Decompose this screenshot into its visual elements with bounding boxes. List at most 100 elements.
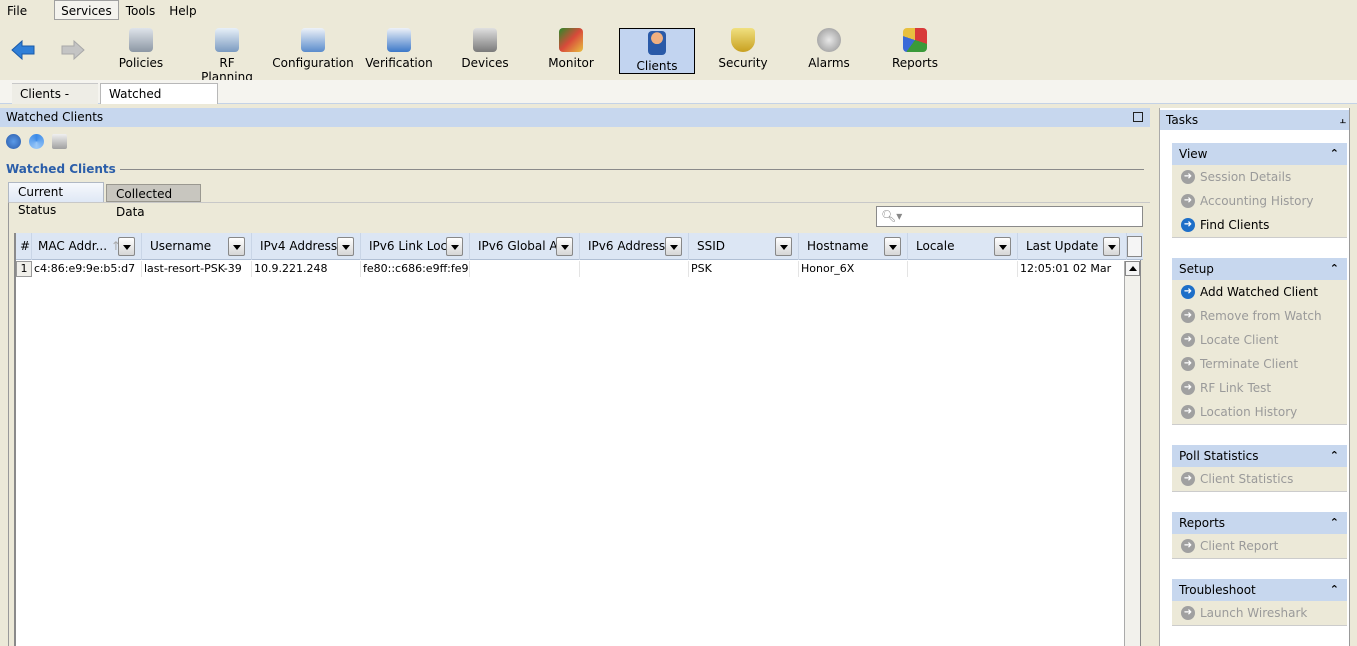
- cell-ipv6-address: [580, 261, 689, 277]
- cell-ipv6-global: [470, 261, 580, 277]
- menu-help[interactable]: Help: [162, 0, 203, 20]
- toolbar-rf-planning[interactable]: RF Planning: [192, 28, 262, 84]
- column-filter-button[interactable]: [446, 237, 463, 256]
- toolbar-policies[interactable]: Policies: [112, 28, 170, 74]
- toolbar-label: Configuration: [272, 56, 354, 70]
- toolbar-monitor[interactable]: Monitor: [546, 28, 596, 74]
- toolbar-alarms[interactable]: Alarms: [806, 28, 852, 74]
- collapse-icon[interactable]: ⌃︎: [1330, 445, 1339, 467]
- tasks-scrollbar[interactable]: [1349, 108, 1357, 646]
- subtab-collected-data[interactable]: Collected Data: [106, 184, 201, 219]
- arrow-right-icon: ➜: [1181, 170, 1195, 184]
- task-accounting-history[interactable]: ➜ Accounting History: [1172, 189, 1347, 213]
- section-title: Watched Clients: [6, 162, 120, 176]
- menu-services[interactable]: Services: [54, 0, 119, 20]
- task-label: Find Clients: [1200, 218, 1270, 232]
- task-client-report[interactable]: ➜ Client Report: [1172, 534, 1347, 558]
- task-label: Launch Wireshark: [1200, 606, 1308, 620]
- collapse-icon[interactable]: ⌃︎: [1330, 512, 1339, 534]
- task-location-history[interactable]: ➜ Location History: [1172, 400, 1347, 424]
- task-group-poll-statistics: Poll Statistics ⌃︎ ➜ Client Statistics: [1172, 445, 1347, 492]
- main-toolbar: Policies RF Planning Configuration Verif…: [0, 20, 1357, 84]
- search-icon: 🔍︎▾: [881, 209, 903, 223]
- toolbar-devices[interactable]: Devices: [460, 28, 510, 74]
- task-label: Terminate Client: [1200, 357, 1299, 371]
- collapse-icon[interactable]: ⌃︎: [1330, 143, 1339, 165]
- task-label: Add Watched Client: [1200, 285, 1318, 299]
- pin-icon[interactable]: ⫠: [1339, 110, 1346, 130]
- menu-tools[interactable]: Tools: [119, 0, 163, 20]
- column-filter-button[interactable]: [884, 237, 901, 256]
- menu-file[interactable]: File: [0, 0, 34, 20]
- column-filter-button[interactable]: [775, 237, 792, 256]
- tab-clients-jiya[interactable]: Clients - jiya: [12, 83, 98, 121]
- group-header[interactable]: Poll Statistics ⌃︎: [1172, 445, 1347, 467]
- verification-icon: [387, 28, 411, 52]
- task-launch-wireshark[interactable]: ➜ Launch Wireshark: [1172, 601, 1347, 625]
- group-header[interactable]: Setup ⌃︎: [1172, 258, 1347, 280]
- task-session-details[interactable]: ➜ Session Details: [1172, 165, 1347, 189]
- forward-arrow-icon[interactable]: [58, 38, 86, 62]
- panel-title: Watched Clients: [6, 110, 104, 124]
- column-filter-button[interactable]: [994, 237, 1011, 256]
- collapse-icon[interactable]: ⌃︎: [1330, 579, 1339, 601]
- help-icon[interactable]: [6, 134, 21, 149]
- back-arrow-icon[interactable]: [10, 38, 38, 62]
- cell-username: last-resort-PSK-39: [142, 261, 252, 277]
- maximize-icon[interactable]: [1133, 112, 1143, 122]
- configuration-icon: [301, 28, 325, 52]
- menu-bar: File Services Tools Help: [0, 0, 1357, 20]
- column-filter-button[interactable]: [556, 237, 573, 256]
- column-filter-button[interactable]: [337, 237, 354, 256]
- task-client-statistics[interactable]: ➜ Client Statistics: [1172, 467, 1347, 491]
- group-header[interactable]: Troubleshoot ⌃︎: [1172, 579, 1347, 601]
- task-add-watched-client[interactable]: ➜ Add Watched Client: [1172, 280, 1347, 304]
- scroll-up-icon[interactable]: [1125, 261, 1140, 276]
- column-filter-button[interactable]: [118, 237, 135, 256]
- column-filter-button[interactable]: [228, 237, 245, 256]
- reports-icon: [903, 28, 927, 52]
- task-rf-link-test[interactable]: ➜ RF Link Test: [1172, 376, 1347, 400]
- panel-actions: [6, 134, 67, 149]
- toolbar-security[interactable]: Security: [716, 28, 770, 74]
- collapse-icon[interactable]: ⌃︎: [1330, 258, 1339, 280]
- group-title: Troubleshoot: [1179, 583, 1256, 597]
- table-vertical-scrollbar[interactable]: [1124, 261, 1140, 646]
- task-terminate-client[interactable]: ➜ Terminate Client: [1172, 352, 1347, 376]
- refresh-icon[interactable]: [29, 134, 44, 149]
- toolbar-verification[interactable]: Verification: [364, 28, 434, 74]
- toolbar-label: Verification: [365, 56, 433, 70]
- task-group-troubleshoot: Troubleshoot ⌃︎ ➜ Launch Wireshark: [1172, 579, 1347, 626]
- devices-icon: [473, 28, 497, 52]
- subtab-current-status[interactable]: Current Status: [8, 182, 104, 217]
- column-chooser-icon[interactable]: [1127, 236, 1142, 257]
- cell-mac: c4:86:e9:9e:b5:d7: [32, 261, 142, 277]
- table-search-input[interactable]: 🔍︎▾: [876, 206, 1143, 227]
- task-locate-client[interactable]: ➜ Locate Client: [1172, 328, 1347, 352]
- toolbar-reports[interactable]: Reports: [890, 28, 940, 74]
- column-filter-button[interactable]: [665, 237, 682, 256]
- arrow-right-icon: ➜: [1181, 309, 1195, 323]
- group-title: Reports: [1179, 516, 1226, 530]
- toolbar-clients[interactable]: Clients: [619, 28, 695, 74]
- task-remove-from-watch[interactable]: ➜ Remove from Watch: [1172, 304, 1347, 328]
- task-label: Client Report: [1200, 539, 1279, 553]
- table-row[interactable]: 1 c4:86:e9:9e:b5:d7 last-resort-PSK-39 1…: [16, 261, 1127, 277]
- arrow-right-icon: ➜: [1181, 218, 1195, 232]
- policies-icon: [129, 28, 153, 52]
- print-icon[interactable]: [52, 134, 67, 149]
- task-label: Client Statistics: [1200, 472, 1294, 486]
- rf-planning-icon: [215, 28, 239, 52]
- toolbar-label: Security: [718, 56, 768, 70]
- group-header[interactable]: View ⌃︎: [1172, 143, 1347, 165]
- tab-watched-clients[interactable]: Watched Clients×: [100, 83, 218, 121]
- task-label: Remove from Watch: [1200, 309, 1322, 323]
- toolbar-configuration[interactable]: Configuration: [272, 28, 354, 74]
- tasks-title-bar: Tasks ⫠: [1160, 110, 1350, 130]
- group-title: View: [1179, 147, 1208, 161]
- task-find-clients[interactable]: ➜ Find Clients: [1172, 213, 1347, 237]
- row-number: 1: [16, 261, 32, 277]
- column-filter-button[interactable]: [1103, 237, 1120, 256]
- group-header[interactable]: Reports ⌃︎: [1172, 512, 1347, 534]
- security-icon: [731, 28, 755, 52]
